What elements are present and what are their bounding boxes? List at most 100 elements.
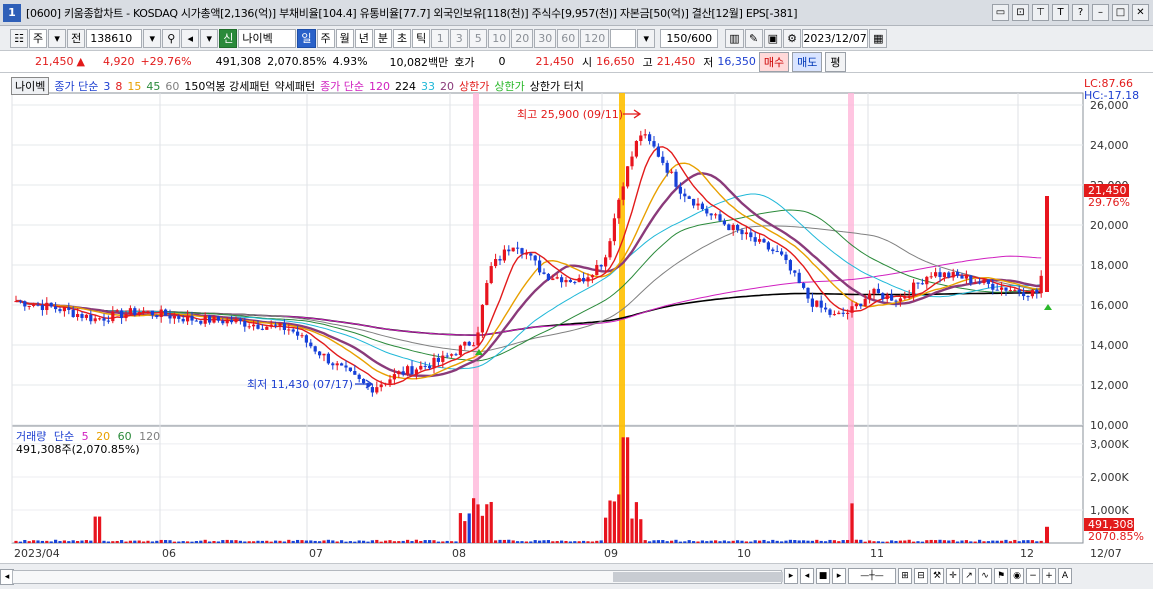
volume-bar [863, 541, 867, 543]
legend-upper-limit[interactable]: 상한가 [459, 78, 489, 94]
price-chart[interactable]: 26,00024,00022,00020,00018,00016,00014,0… [0, 73, 1153, 563]
draw-icon[interactable]: ✎ [744, 28, 763, 48]
volume-bar [938, 539, 942, 543]
period-select[interactable]: 주 [29, 28, 48, 48]
prev-button[interactable]: 전 [67, 28, 86, 48]
candle-body [450, 354, 454, 356]
tab-minute[interactable]: 분 [373, 28, 392, 48]
stock-code-input[interactable]: 138610 [86, 28, 143, 48]
close-icon[interactable]: ✕ [1132, 4, 1149, 21]
legend-ma2-label[interactable]: 종가 단순 [320, 78, 364, 94]
num-3[interactable]: 3 [450, 28, 469, 48]
candle-body [436, 357, 440, 362]
legend-upper-touch[interactable]: 상한가 터치 [530, 78, 584, 94]
count-input[interactable]: 150/600 [660, 28, 719, 48]
custom-num-input[interactable] [610, 28, 637, 48]
zoom-slider[interactable]: —┼— [848, 568, 896, 584]
volume-bar [758, 540, 762, 543]
restore-icon[interactable]: ▭ [992, 4, 1009, 21]
volume-bar [89, 540, 93, 543]
text-icon[interactable]: T [1052, 4, 1069, 21]
tab-month[interactable]: 월 [335, 28, 354, 48]
date-input[interactable]: 2023/12/07 [802, 28, 869, 48]
num-5[interactable]: 5 [469, 28, 488, 48]
last-vol-pct-label: 2070.85% [1088, 530, 1144, 543]
font-size-icon[interactable]: A [1058, 568, 1072, 584]
legend-upper-limit-2[interactable]: 상한가 [494, 78, 524, 94]
maximize-icon[interactable]: □ [1112, 4, 1129, 21]
legend-bullish-pattern[interactable]: 150억봉 강세패턴 [184, 78, 269, 94]
play-back-icon[interactable]: ◂ [800, 568, 814, 584]
volume-tick-label: 2,000K [1090, 471, 1129, 484]
num-30[interactable]: 30 [534, 28, 557, 48]
candle-body [326, 353, 330, 364]
list-icon[interactable]: ▾ [200, 28, 219, 48]
tab-second[interactable]: 초 [393, 28, 412, 48]
sound-icon[interactable]: ◂ [181, 28, 200, 48]
candle-body [824, 307, 828, 310]
volume-bar [18, 541, 22, 543]
minimize-icon[interactable]: – [1092, 4, 1109, 21]
candle-body [23, 301, 27, 307]
gear-icon[interactable]: ⚙ [783, 28, 802, 48]
legend-stock-name[interactable]: 나이벡 [11, 77, 50, 95]
candle-body [736, 224, 740, 230]
candle-body [124, 314, 128, 319]
tab-year[interactable]: 년 [354, 28, 373, 48]
buy-button[interactable]: 매수 [758, 51, 790, 72]
volume-bar [441, 541, 445, 543]
num-10[interactable]: 10 [488, 28, 511, 48]
volume-bar [674, 539, 678, 543]
chart-layout-icon[interactable]: ⊞ [898, 568, 912, 584]
help-icon[interactable]: ? [1072, 4, 1089, 21]
bookmark-icon[interactable]: ⊤ [1032, 4, 1049, 21]
num-120[interactable]: 120 [580, 28, 610, 48]
stock-name[interactable]: 나이벡 [238, 28, 297, 48]
volume-bar [665, 541, 669, 543]
tab-tick[interactable]: 틱 [412, 28, 431, 48]
candle-body [476, 332, 480, 346]
trend-icon[interactable]: ↗ [962, 568, 976, 584]
volume-bar [687, 540, 691, 543]
scroll-right-icon[interactable]: ▸ [784, 568, 798, 584]
grid-icon[interactable]: ☷ [10, 28, 28, 48]
num-dropdown-icon[interactable]: ▾ [637, 28, 656, 48]
tab-day[interactable]: 일 [297, 28, 316, 48]
candle-body [520, 248, 524, 254]
zoom-out-icon[interactable]: − [1026, 568, 1040, 584]
volume-bar [80, 540, 84, 543]
save-icon[interactable]: ▣ [763, 28, 783, 48]
volume-bar [265, 540, 269, 543]
compare-icon[interactable]: ⊟ [914, 568, 928, 584]
wave-icon[interactable]: ∿ [978, 568, 992, 584]
window-number[interactable]: 1 [3, 3, 21, 22]
calendar-icon[interactable]: ▦ [869, 28, 888, 48]
legend-bearish-pattern[interactable]: 약세패턴 [275, 78, 315, 94]
play-forward-icon[interactable]: ▸ [832, 568, 846, 584]
num-1[interactable]: 1 [431, 28, 450, 48]
period-dropdown-icon[interactable]: ▾ [48, 28, 67, 48]
avg-button[interactable]: 평 [825, 51, 846, 72]
crosshair-icon[interactable]: ✛ [946, 568, 960, 584]
search-icon[interactable]: ⚲ [162, 28, 181, 48]
stop-icon[interactable]: ■ [816, 568, 830, 584]
scroll-thumb[interactable] [613, 572, 783, 582]
sell-button[interactable]: 매도 [792, 51, 823, 72]
horizontal-scrollbar[interactable] [12, 570, 783, 584]
code-dropdown-icon[interactable]: ▾ [143, 28, 162, 48]
tab-week[interactable]: 주 [316, 28, 335, 48]
volume-bar [98, 516, 102, 543]
pin-icon[interactable]: ⊡ [1012, 4, 1029, 21]
mark-icon[interactable]: ⚑ [994, 568, 1008, 584]
candle-body [291, 329, 295, 332]
camera-icon[interactable]: ◉ [1010, 568, 1024, 584]
tools-icon[interactable]: ⚒ [930, 568, 944, 584]
volume-bar [731, 540, 735, 543]
volume-bar [384, 540, 388, 543]
chart-type-icon[interactable]: ▥ [725, 28, 744, 48]
zoom-in-icon[interactable]: + [1042, 568, 1056, 584]
volume-bar [973, 541, 977, 543]
legend-ma-label[interactable]: 종가 단순 [54, 78, 98, 94]
num-60[interactable]: 60 [557, 28, 580, 48]
num-20[interactable]: 20 [511, 28, 534, 48]
